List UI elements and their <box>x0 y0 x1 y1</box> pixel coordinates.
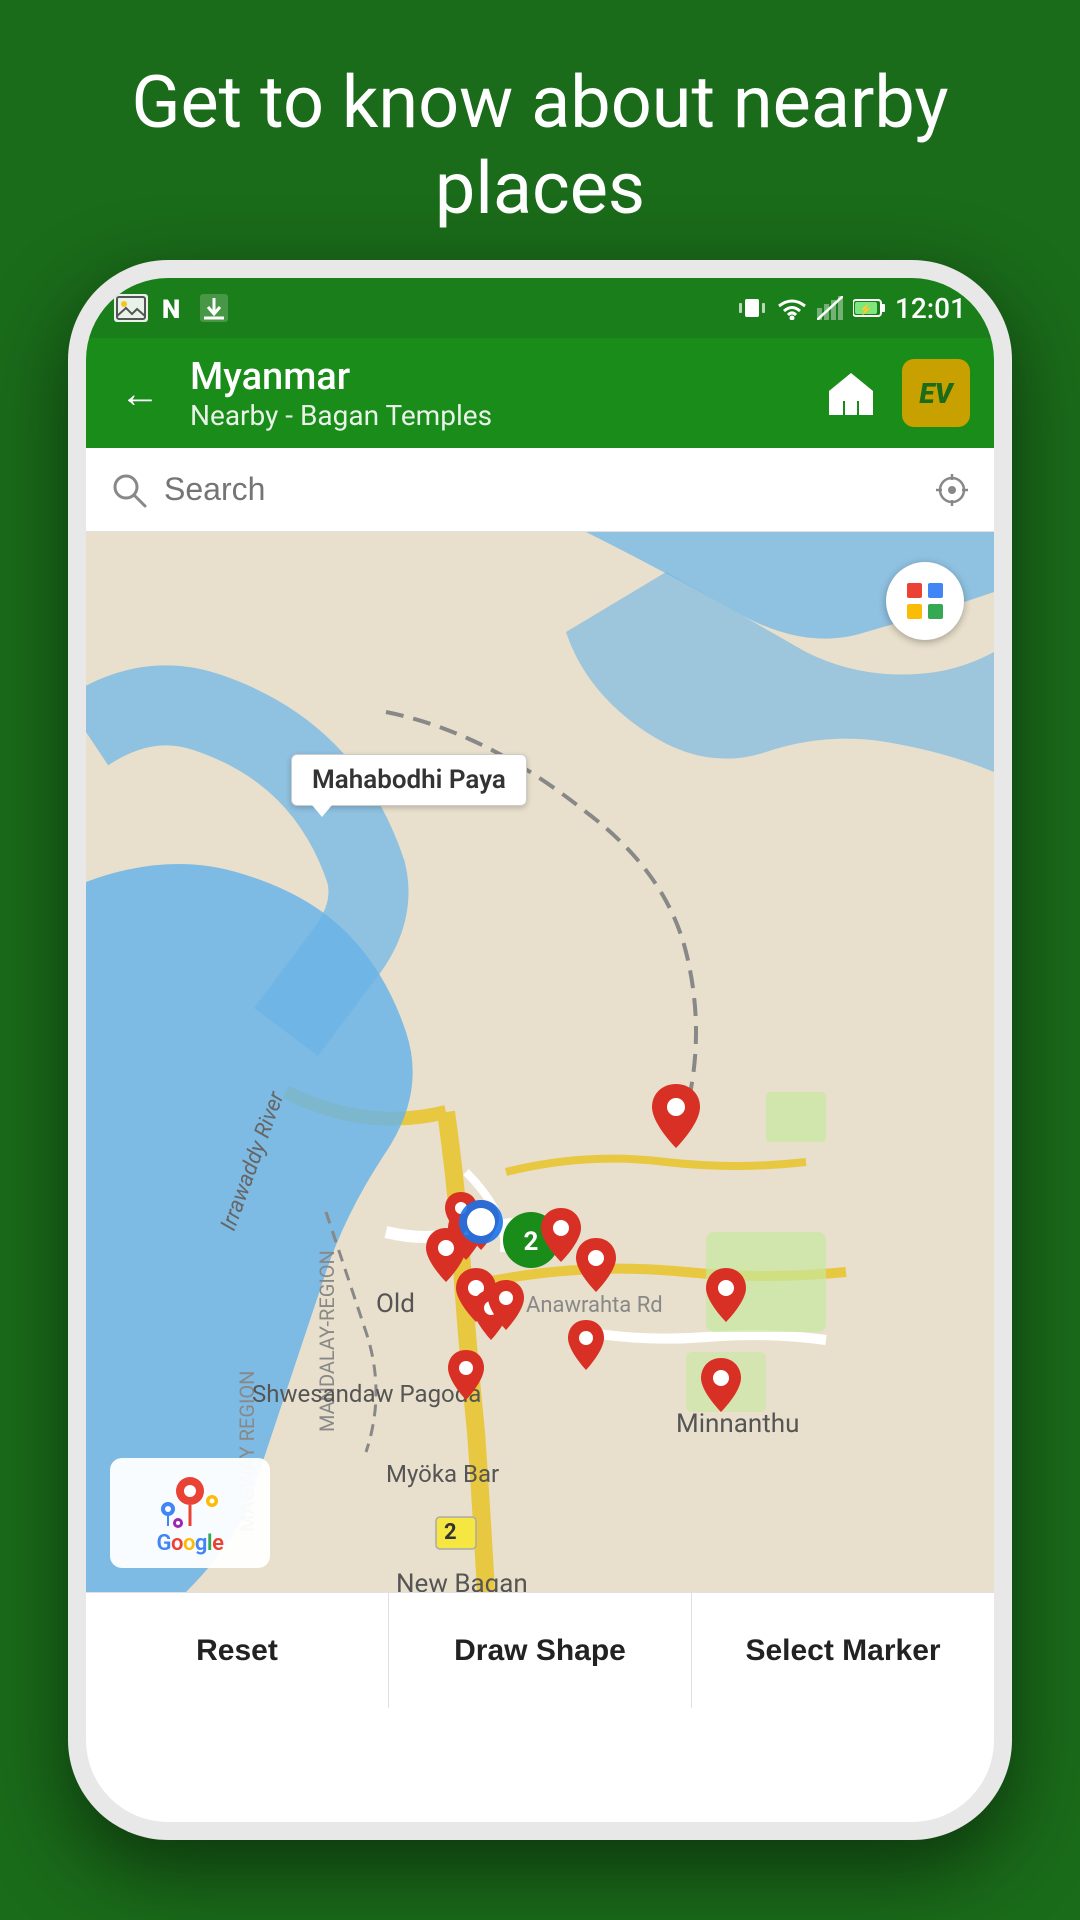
time-display: 12:01 <box>895 292 966 325</box>
google-text: Google <box>157 1531 224 1556</box>
app-toolbar: ← Myanmar Nearby - Bagan Temples EV <box>86 338 994 448</box>
select-marker-button[interactable]: Select Marker <box>692 1593 994 1708</box>
toolbar-main-title: Myanmar <box>190 355 796 399</box>
svg-text:New Bagan: New Bagan <box>396 1569 528 1592</box>
svg-text:Anawrahta Rd: Anawrahta Rd <box>526 1293 663 1318</box>
bottom-bar: Reset Draw Shape Select Marker <box>86 1592 994 1708</box>
google-maps-icon <box>150 1471 230 1531</box>
map-area[interactable]: Irrawaddy River MAGWAY REGION MANDALAY-R… <box>86 532 994 1592</box>
svg-text:2: 2 <box>524 1227 539 1257</box>
svg-text:⚡: ⚡ <box>859 303 873 316</box>
download-icon <box>200 294 228 322</box>
ev-badge[interactable]: EV <box>902 359 970 427</box>
battery-icon: ⚡ <box>853 298 885 318</box>
phone-frame: N <box>68 260 1012 1840</box>
svg-text:2: 2 <box>444 1520 457 1545</box>
image-icon <box>114 294 148 322</box>
reset-button[interactable]: Reset <box>86 1593 389 1708</box>
grid-button[interactable] <box>886 562 964 640</box>
headline: Get to know about nearby places <box>0 60 1080 233</box>
toolbar-action-icons: EV <box>816 358 970 428</box>
google-logo: Google <box>110 1458 270 1568</box>
draw-shape-button[interactable]: Draw Shape <box>389 1593 692 1708</box>
back-button[interactable]: ← <box>110 360 170 427</box>
svg-text:N: N <box>162 295 180 322</box>
home-icon <box>823 365 879 421</box>
status-icons-left: N <box>114 294 228 322</box>
search-input[interactable] <box>164 471 918 508</box>
status-bar: N <box>86 278 994 338</box>
grid-icon <box>907 583 943 619</box>
home-button[interactable] <box>816 358 886 428</box>
search-icon <box>110 471 148 509</box>
location-icon <box>934 472 970 508</box>
svg-text:Minnanthu: Minnanthu <box>676 1409 799 1439</box>
search-bar <box>86 448 994 532</box>
map-svg: Irrawaddy River MAGWAY REGION MANDALAY-R… <box>86 532 994 1592</box>
status-icons-right: ⚡ 12:01 <box>737 292 966 325</box>
wifi-icon <box>777 296 807 320</box>
toolbar-subtitle: Nearby - Bagan Temples <box>190 399 796 432</box>
toolbar-title: Myanmar Nearby - Bagan Temples <box>190 355 796 432</box>
signal-icon <box>817 296 843 320</box>
phone-inner: N <box>86 278 994 1822</box>
svg-text:Shwesandaw Pagoda: Shwesandaw Pagoda <box>252 1380 481 1408</box>
n-icon: N <box>160 294 188 322</box>
map-popup: Mahabodhi Paya <box>291 754 527 806</box>
svg-text:Myöka Bar: Myöka Bar <box>386 1460 499 1488</box>
svg-text:Old: Old <box>376 1289 415 1319</box>
vibrate-icon <box>737 295 767 321</box>
